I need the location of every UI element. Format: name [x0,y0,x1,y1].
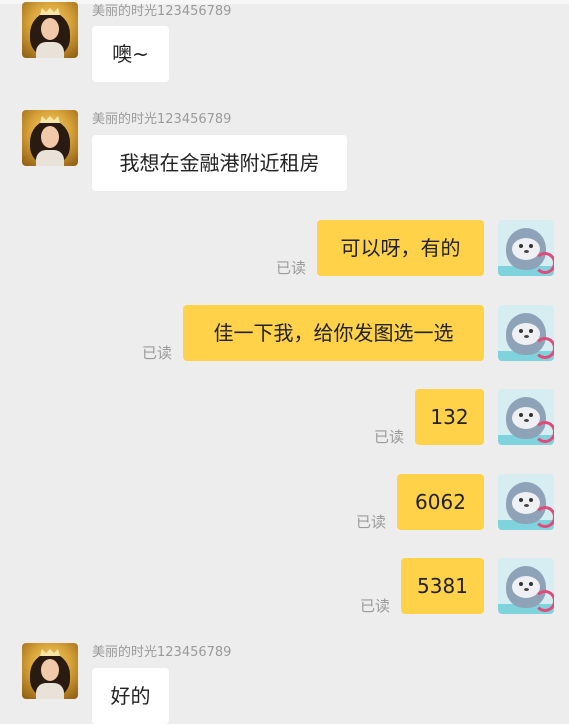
sender-name: 美丽的时光123456789 [92,645,232,660]
message-bubble[interactable]: 佳一下我，给你发图选一选 [183,305,484,361]
self-avatar[interactable] [498,220,554,276]
self-avatar[interactable] [498,558,554,614]
read-status: 已读 [374,428,405,446]
message-bubble[interactable]: 噢~ [92,26,169,82]
self-avatar[interactable] [498,389,554,445]
read-status: 已读 [356,513,387,531]
read-status: 已读 [276,259,307,277]
message-bubble[interactable]: 5381 [401,558,484,614]
message-bubble[interactable]: 132 [415,389,484,445]
self-avatar[interactable] [498,305,554,361]
contact-avatar[interactable] [22,643,78,699]
message-bubble[interactable]: 我想在金融港附近租房 [92,135,347,191]
message-bubble[interactable]: 好的 [92,668,169,724]
sender-name: 美丽的时光123456789 [92,4,232,19]
top-divider [0,0,569,4]
read-status: 已读 [142,344,173,362]
contact-avatar[interactable] [22,2,78,58]
message-bubble[interactable]: 可以呀，有的 [317,220,484,276]
contact-avatar[interactable] [22,110,78,166]
message-bubble[interactable]: 6062 [397,474,484,530]
sender-name: 美丽的时光123456789 [92,112,232,127]
read-status: 已读 [360,597,391,615]
self-avatar[interactable] [498,474,554,530]
